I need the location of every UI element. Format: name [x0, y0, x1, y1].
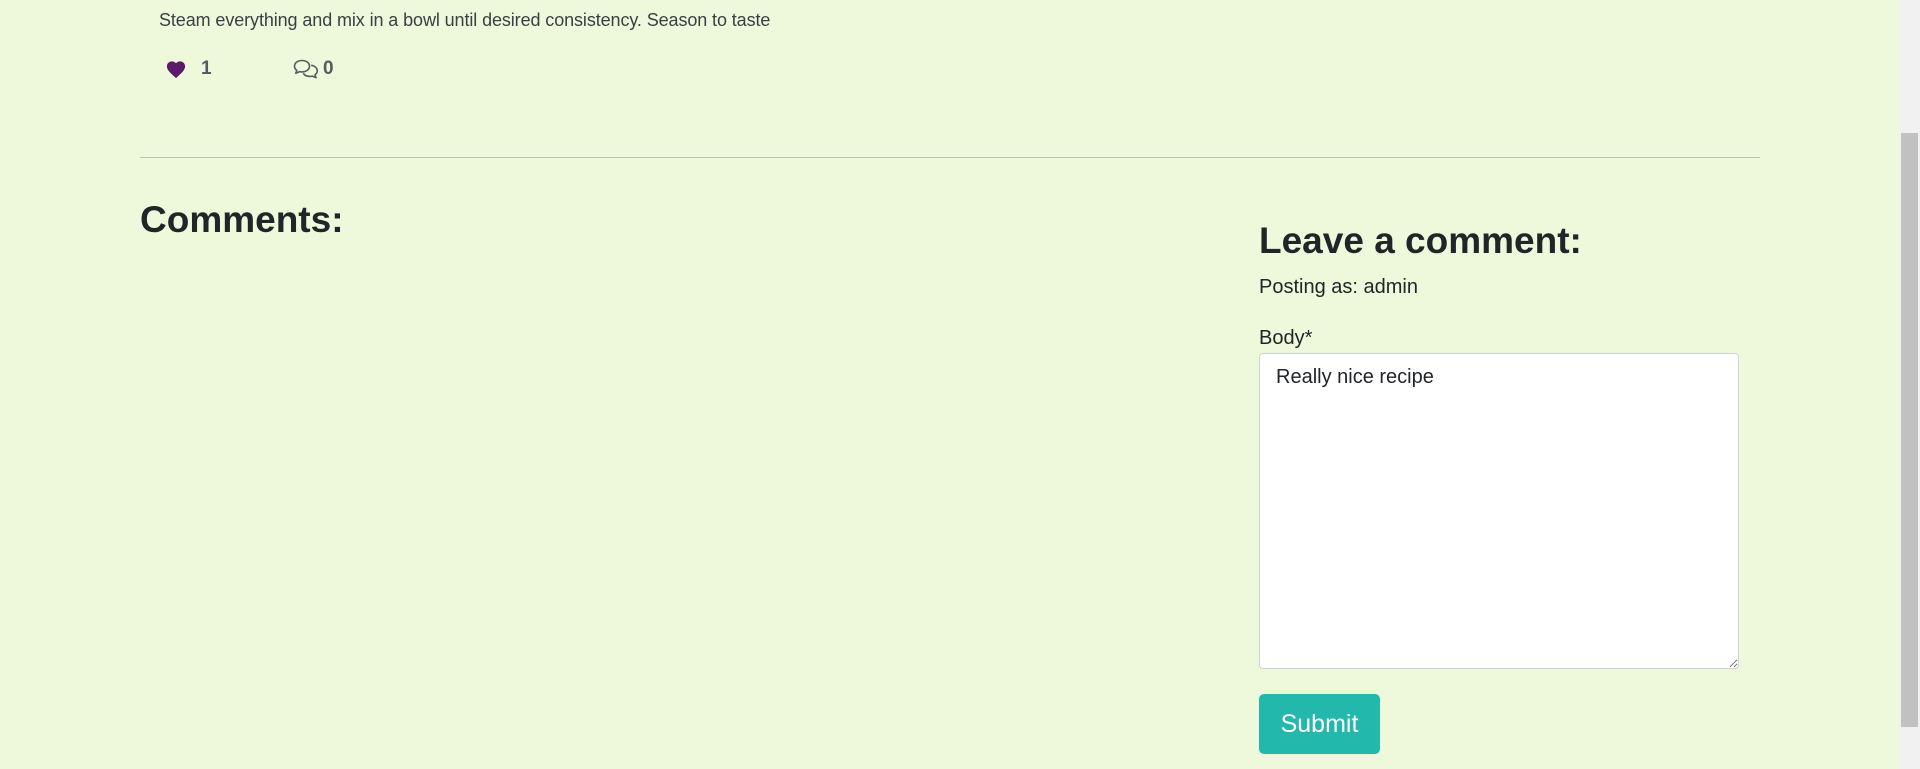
comments-heading: Comments: [140, 199, 344, 240]
posting-as-text: Posting as: admin [1259, 276, 1418, 298]
recipe-instructions: Steam everything and mix in a bowl until… [159, 10, 771, 30]
comments-count-link[interactable]: 0 [293, 58, 334, 80]
comments-count: 0 [323, 58, 334, 79]
comment-body-textarea[interactable] [1259, 353, 1739, 669]
heart-icon [166, 61, 186, 79]
comment-form-title: Leave a comment: [1259, 220, 1582, 261]
submit-button[interactable]: Submit [1259, 694, 1380, 754]
vertical-scrollbar[interactable] [1899, 0, 1920, 769]
like-button[interactable]: 1 [165, 58, 293, 80]
recipe-detail-page: Steam everything and mix in a bowl until… [0, 0, 1920, 769]
likes-count: 1 [201, 58, 212, 79]
body-label: Body* [1259, 327, 1313, 349]
post-stats: 1 0 [165, 58, 334, 80]
comment-form: Leave a comment: Posting as: admin Body*… [1259, 220, 1739, 754]
comments-icon [293, 59, 319, 79]
scrollbar-thumb[interactable] [1901, 133, 1918, 727]
section-divider [140, 157, 1760, 158]
